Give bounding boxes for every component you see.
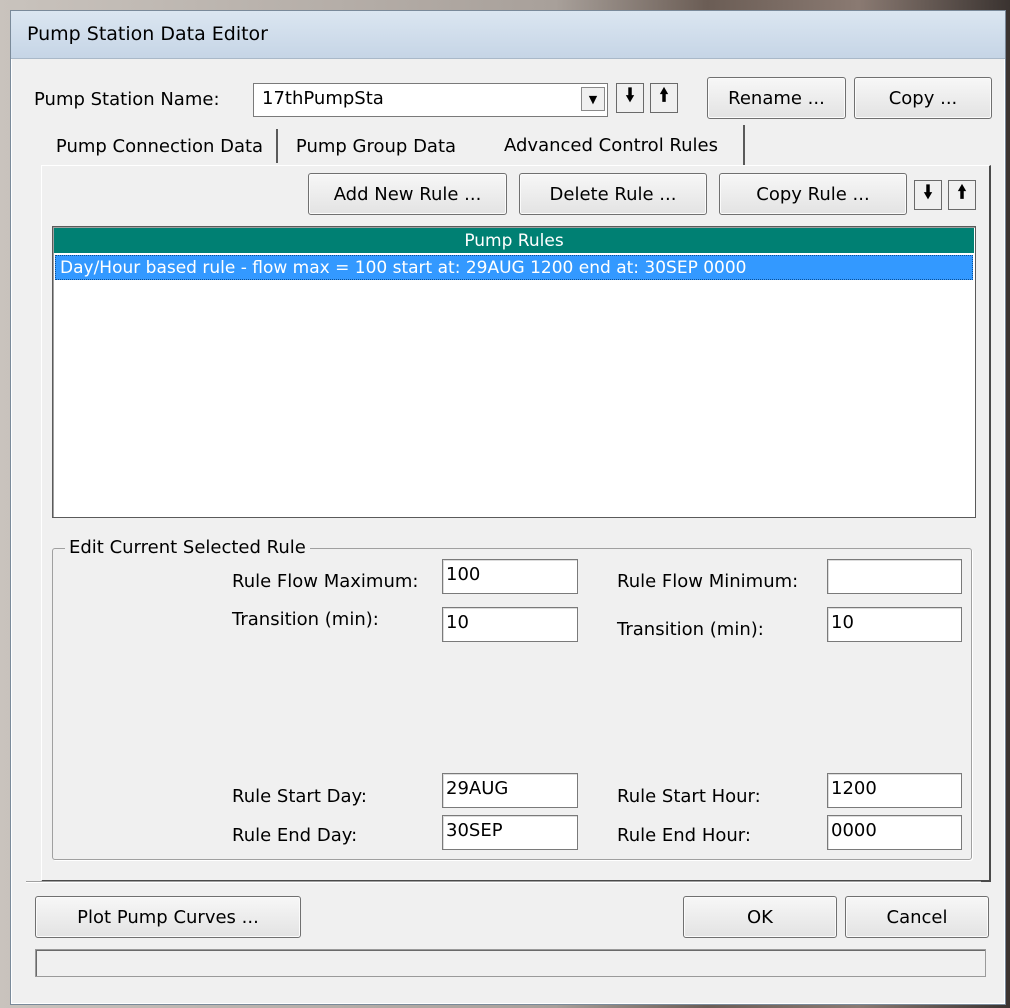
arrow-down-icon: 🠛	[625, 85, 635, 106]
tab-label: Pump Group Data	[295, 135, 457, 157]
add-new-rule-button[interactable]: Add New Rule ...	[308, 173, 507, 215]
window-title: Pump Station Data Editor	[27, 23, 268, 45]
rule-move-up-button[interactable]: 🠙	[948, 180, 976, 210]
transition-right-label: Transition (min):	[617, 619, 764, 640]
start-hour-field[interactable]: 1200	[827, 773, 962, 808]
ok-button[interactable]: OK	[683, 896, 837, 938]
station-move-down-button[interactable]: 🠛	[616, 83, 644, 113]
transition-left-field[interactable]: 10	[442, 607, 578, 642]
copy-station-button[interactable]: Copy ...	[854, 77, 992, 119]
rule-move-down-button[interactable]: 🠛	[914, 180, 942, 210]
pump-station-dialog: Pump Station Data Editor Pump Station Na…	[10, 10, 1006, 1005]
list-item[interactable]: Day/Hour based rule - flow max = 100 sta…	[55, 255, 973, 280]
tab-label: Pump Connection Data	[55, 135, 264, 157]
station-name-value: 17thPumpSta	[262, 88, 384, 109]
arrow-down-icon: 🠛	[923, 182, 933, 203]
delete-rule-button[interactable]: Delete Rule ...	[519, 173, 707, 215]
arrow-up-icon: 🠙	[957, 182, 967, 203]
start-hour-label: Rule Start Hour:	[617, 786, 761, 807]
plot-pump-curves-button[interactable]: Plot Pump Curves ...	[35, 896, 301, 938]
start-day-field[interactable]: 29AUG	[442, 773, 578, 808]
transition-right-field[interactable]: 10	[827, 607, 962, 642]
flow-min-field[interactable]	[827, 559, 962, 594]
station-name-combobox[interactable]: 17thPumpSta ▼	[253, 83, 608, 117]
station-name-label: Pump Station Name:	[34, 89, 220, 110]
arrow-up-icon: 🠙	[659, 85, 669, 106]
edit-rule-group-label: Edit Current Selected Rule	[65, 537, 310, 558]
start-day-label: Rule Start Day:	[232, 786, 367, 807]
tab-pump-connection-data[interactable]: Pump Connection Data	[43, 129, 278, 163]
copy-rule-button[interactable]: Copy Rule ...	[719, 173, 907, 215]
edit-rule-group: Edit Current Selected Rule	[52, 537, 972, 860]
flow-max-field[interactable]: 100	[442, 559, 578, 594]
tab-advanced-control-rules[interactable]: Advanced Control Rules	[479, 125, 745, 165]
rename-button[interactable]: Rename ...	[707, 77, 846, 119]
station-move-up-button[interactable]: 🠙	[650, 83, 678, 113]
tab-pump-group-data[interactable]: Pump Group Data	[281, 129, 471, 163]
end-hour-label: Rule End Hour:	[617, 825, 751, 846]
end-hour-field[interactable]: 0000	[827, 815, 962, 850]
pump-rules-list[interactable]: Pump Rules Day/Hour based rule - flow ma…	[52, 226, 976, 518]
footer-divider	[26, 881, 981, 883]
flow-max-label: Rule Flow Maximum:	[232, 571, 419, 592]
transition-left-label: Transition (min):	[232, 609, 379, 630]
status-bar	[35, 949, 986, 977]
cancel-button[interactable]: Cancel	[845, 896, 989, 938]
tab-label: Advanced Control Rules	[504, 134, 718, 156]
flow-min-label: Rule Flow Minimum:	[617, 571, 799, 592]
title-bar: Pump Station Data Editor	[11, 11, 1005, 59]
end-day-label: Rule End Day:	[232, 825, 358, 846]
pump-rules-header: Pump Rules	[54, 228, 974, 253]
chevron-down-icon[interactable]: ▼	[581, 87, 605, 111]
end-day-field[interactable]: 30SEP	[442, 815, 578, 850]
